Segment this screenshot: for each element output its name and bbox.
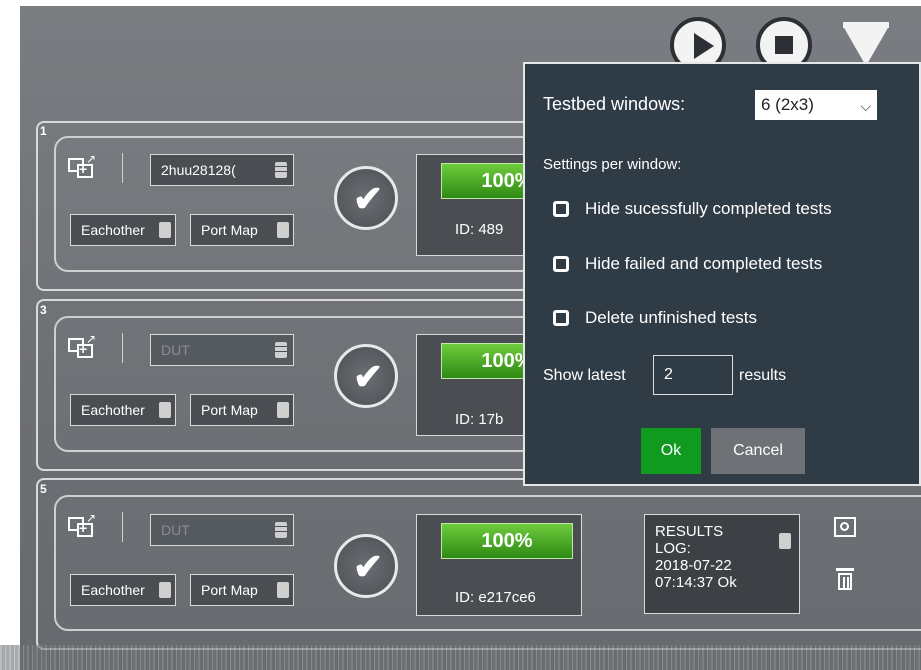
hide-failed-checkbox[interactable] — [553, 256, 569, 272]
database-icon[interactable] — [275, 522, 287, 538]
port-map-label: Port Map — [201, 402, 258, 418]
test-id: ID: e217ce6 — [455, 589, 536, 606]
eachother-label: Eachother — [81, 402, 145, 418]
database-icon — [159, 582, 171, 598]
database-icon — [277, 402, 289, 418]
filter-settings-popup: Testbed windows: 6 (2x3) ⌵ Settings per … — [523, 62, 921, 486]
cancel-button[interactable]: Cancel — [711, 428, 805, 474]
trash-icon[interactable] — [836, 568, 854, 590]
left-border — [0, 0, 20, 670]
eachother-label: Eachother — [81, 222, 145, 238]
log-line: LOG: — [655, 540, 691, 557]
log-line: 07:14:37 Ok — [655, 574, 737, 591]
testbed-number: 1 — [40, 124, 47, 138]
port-map-label: Port Map — [201, 582, 258, 598]
status-check-button[interactable]: ✔ — [334, 166, 398, 230]
hide-successful-label: Hide sucessfully completed tests — [585, 199, 832, 218]
results-label: results — [739, 367, 787, 384]
test-id: ID: 17b — [455, 411, 504, 428]
results-log[interactable]: RESULTS LOG: 2018-07-22 07:14:37 Ok — [644, 514, 800, 614]
log-line: RESULTS — [655, 523, 724, 540]
check-icon: ✔ — [353, 178, 384, 219]
port-map-button[interactable]: Port Map — [190, 394, 294, 426]
result-box: 100% ID: e217ce6 — [416, 514, 582, 616]
status-check-button[interactable]: ✔ — [334, 534, 398, 598]
eachother-button[interactable]: Eachother — [70, 214, 176, 246]
copy-testbed-icon[interactable]: + ↗ — [68, 511, 98, 539]
dut-placeholder: DUT — [161, 342, 190, 358]
port-map-button[interactable]: Port Map — [190, 214, 294, 246]
delete-unfinished-label: Delete unfinished tests — [585, 308, 757, 327]
show-latest-label: Show latest — [543, 367, 626, 384]
copy-testbed-icon[interactable]: + ↗ — [68, 332, 98, 360]
play-icon — [694, 33, 714, 59]
port-map-button[interactable]: Port Map — [190, 574, 294, 606]
port-map-label: Port Map — [201, 222, 258, 238]
dut-field[interactable]: DUT — [150, 334, 294, 366]
eachother-button[interactable]: Eachother — [70, 394, 176, 426]
settings-per-window-label: Settings per window: — [543, 156, 682, 173]
dut-field[interactable]: 2huu28128( — [150, 154, 294, 186]
testbed-number: 3 — [40, 303, 47, 317]
database-icon — [277, 582, 289, 598]
testbed-windows-value: 6 (2x3) — [761, 95, 814, 114]
log-line: 2018-07-22 — [655, 557, 732, 574]
testbed-number: 5 — [40, 482, 47, 496]
test-id: ID: 489 — [455, 221, 504, 238]
separator — [122, 512, 123, 542]
filter-icon — [843, 26, 889, 66]
delete-unfinished-checkbox[interactable] — [553, 310, 569, 326]
database-icon[interactable] — [275, 342, 287, 358]
stop-icon — [775, 36, 793, 54]
eachother-button[interactable]: Eachother — [70, 574, 176, 606]
eachother-label: Eachother — [81, 582, 145, 598]
copy-testbed-icon[interactable]: + ↗ — [68, 152, 98, 180]
status-check-button[interactable]: ✔ — [334, 344, 398, 408]
database-icon — [159, 402, 171, 418]
ok-button[interactable]: Ok — [641, 428, 701, 474]
separator — [122, 153, 123, 183]
database-icon — [277, 222, 289, 238]
zoom-icon[interactable] — [834, 517, 856, 537]
dut-value: 2huu28128( — [161, 162, 236, 178]
show-latest-input[interactable]: 2 — [653, 355, 733, 395]
progress-bar: 100% — [441, 523, 573, 559]
hide-successful-checkbox[interactable] — [553, 201, 569, 217]
testbed-windows-select[interactable]: 6 (2x3) ⌵ — [755, 90, 877, 120]
top-border — [0, 0, 921, 6]
check-icon: ✔ — [353, 546, 384, 587]
testbed-windows-label: Testbed windows: — [543, 94, 686, 114]
database-icon — [779, 533, 791, 549]
dut-field[interactable]: DUT — [150, 514, 294, 546]
dut-placeholder: DUT — [161, 522, 190, 538]
database-icon[interactable] — [275, 162, 287, 178]
database-icon — [159, 222, 171, 238]
chevron-down-icon: ⌵ — [860, 98, 871, 114]
hide-failed-label: Hide failed and completed tests — [585, 254, 823, 273]
test-runner-app: 1 + ↗ 2huu28128( Eachother Port Map ✔ 100… — [0, 0, 921, 670]
background-texture — [0, 645, 921, 670]
check-icon: ✔ — [353, 356, 384, 397]
separator — [122, 333, 123, 363]
